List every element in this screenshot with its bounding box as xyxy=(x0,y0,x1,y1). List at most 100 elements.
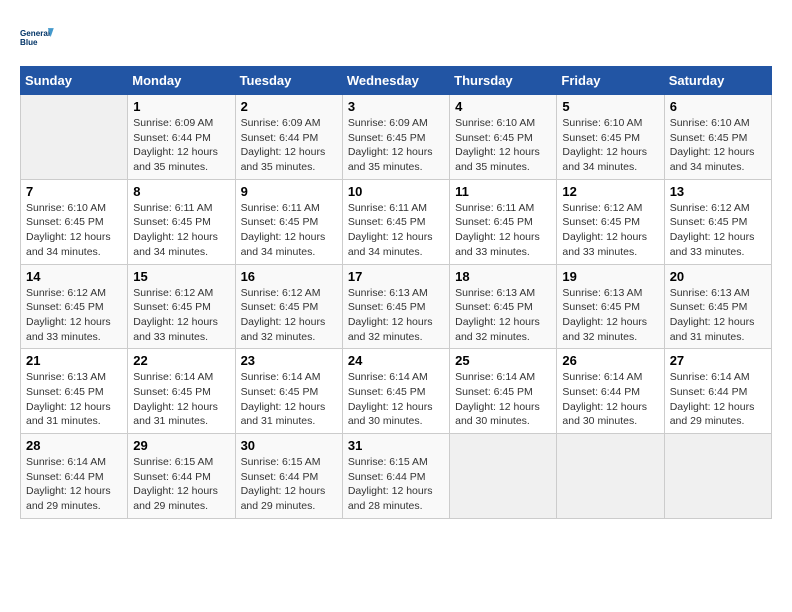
day-number: 30 xyxy=(241,438,337,453)
day-number: 20 xyxy=(670,269,766,284)
calendar-cell: 9 Sunrise: 6:11 AM Sunset: 6:45 PM Daylig… xyxy=(235,179,342,264)
calendar-cell: 16 Sunrise: 6:12 AM Sunset: 6:45 PM Dayli… xyxy=(235,264,342,349)
day-info: Sunrise: 6:11 AM Sunset: 6:45 PM Dayligh… xyxy=(348,201,444,260)
calendar-header-row: SundayMondayTuesdayWednesdayThursdayFrid… xyxy=(21,67,772,95)
day-header-friday: Friday xyxy=(557,67,664,95)
calendar-cell: 19 Sunrise: 6:13 AM Sunset: 6:45 PM Dayli… xyxy=(557,264,664,349)
day-info: Sunrise: 6:09 AM Sunset: 6:45 PM Dayligh… xyxy=(348,116,444,175)
day-number: 1 xyxy=(133,99,229,114)
calendar-cell: 11 Sunrise: 6:11 AM Sunset: 6:45 PM Dayli… xyxy=(450,179,557,264)
day-number: 22 xyxy=(133,353,229,368)
calendar-cell: 28Sunrise: 6:14 AM Sunset: 6:44 PM Dayli… xyxy=(21,434,128,519)
day-info: Sunrise: 6:11 AM Sunset: 6:45 PM Dayligh… xyxy=(241,201,337,260)
day-info: Sunrise: 6:14 AM Sunset: 6:44 PM Dayligh… xyxy=(562,370,658,429)
day-number: 25 xyxy=(455,353,551,368)
calendar-cell: 24Sunrise: 6:14 AM Sunset: 6:45 PM Dayli… xyxy=(342,349,449,434)
week-row-3: 14 Sunrise: 6:12 AM Sunset: 6:45 PM Dayli… xyxy=(21,264,772,349)
calendar-cell xyxy=(21,95,128,180)
day-number: 11 xyxy=(455,184,551,199)
week-row-5: 28Sunrise: 6:14 AM Sunset: 6:44 PM Dayli… xyxy=(21,434,772,519)
calendar-cell: 20 Sunrise: 6:13 AM Sunset: 6:45 PM Dayli… xyxy=(664,264,771,349)
day-info: Sunrise: 6:13 AM Sunset: 6:45 PM Dayligh… xyxy=(670,286,766,345)
day-info: Sunrise: 6:09 AM Sunset: 6:44 PM Dayligh… xyxy=(241,116,337,175)
calendar-table: SundayMondayTuesdayWednesdayThursdayFrid… xyxy=(20,66,772,519)
day-info: Sunrise: 6:10 AM Sunset: 6:45 PM Dayligh… xyxy=(26,201,122,260)
calendar-cell: 8Sunrise: 6:11 AM Sunset: 6:45 PM Daylig… xyxy=(128,179,235,264)
day-info: Sunrise: 6:13 AM Sunset: 6:45 PM Dayligh… xyxy=(455,286,551,345)
calendar-cell: 26Sunrise: 6:14 AM Sunset: 6:44 PM Dayli… xyxy=(557,349,664,434)
calendar-cell: 1Sunrise: 6:09 AM Sunset: 6:44 PM Daylig… xyxy=(128,95,235,180)
day-number: 2 xyxy=(241,99,337,114)
calendar-cell: 10 Sunrise: 6:11 AM Sunset: 6:45 PM Dayli… xyxy=(342,179,449,264)
day-info: Sunrise: 6:15 AM Sunset: 6:44 PM Dayligh… xyxy=(348,455,444,514)
day-info: Sunrise: 6:13 AM Sunset: 6:45 PM Dayligh… xyxy=(26,370,122,429)
day-info: Sunrise: 6:11 AM Sunset: 6:45 PM Dayligh… xyxy=(455,201,551,260)
day-info: Sunrise: 6:14 AM Sunset: 6:45 PM Dayligh… xyxy=(241,370,337,429)
day-number: 6 xyxy=(670,99,766,114)
calendar-cell: 7 Sunrise: 6:10 AM Sunset: 6:45 PM Daylig… xyxy=(21,179,128,264)
calendar-cell xyxy=(664,434,771,519)
day-info: Sunrise: 6:12 AM Sunset: 6:45 PM Dayligh… xyxy=(241,286,337,345)
day-number: 4 xyxy=(455,99,551,114)
calendar-cell: 13 Sunrise: 6:12 AM Sunset: 6:45 PM Dayli… xyxy=(664,179,771,264)
logo-icon: GeneralBlue xyxy=(20,20,56,56)
calendar-cell: 23Sunrise: 6:14 AM Sunset: 6:45 PM Dayli… xyxy=(235,349,342,434)
day-info: Sunrise: 6:12 AM Sunset: 6:45 PM Dayligh… xyxy=(26,286,122,345)
day-info: Sunrise: 6:12 AM Sunset: 6:45 PM Dayligh… xyxy=(670,201,766,260)
calendar-cell: 6 Sunrise: 6:10 AM Sunset: 6:45 PM Daylig… xyxy=(664,95,771,180)
day-number: 14 xyxy=(26,269,122,284)
week-row-2: 7 Sunrise: 6:10 AM Sunset: 6:45 PM Daylig… xyxy=(21,179,772,264)
calendar-body: 1 Sunrise: 6:09 AM Sunset: 6:44 PM Daylig… xyxy=(21,95,772,519)
day-info: Sunrise: 6:14 AM Sunset: 6:45 PM Dayligh… xyxy=(133,370,229,429)
calendar-cell xyxy=(450,434,557,519)
calendar-cell: 14 Sunrise: 6:12 AM Sunset: 6:45 PM Dayli… xyxy=(21,264,128,349)
day-header-thursday: Thursday xyxy=(450,67,557,95)
day-info: Sunrise: 6:14 AM Sunset: 6:44 PM Dayligh… xyxy=(670,370,766,429)
day-header-wednesday: Wednesday xyxy=(342,67,449,95)
day-number: 12 xyxy=(562,184,658,199)
day-header-tuesday: Tuesday xyxy=(235,67,342,95)
page-header: GeneralBlue xyxy=(20,20,772,56)
day-number: 16 xyxy=(241,269,337,284)
day-number: 15 xyxy=(133,269,229,284)
calendar-cell: 29Sunrise: 6:15 AM Sunset: 6:44 PM Dayli… xyxy=(128,434,235,519)
calendar-cell: 17 Sunrise: 6:13 AM Sunset: 6:45 PM Dayli… xyxy=(342,264,449,349)
calendar-cell: 4 Sunrise: 6:10 AM Sunset: 6:45 PM Daylig… xyxy=(450,95,557,180)
calendar-cell xyxy=(557,434,664,519)
logo: GeneralBlue xyxy=(20,20,56,56)
day-info: Sunrise: 6:10 AM Sunset: 6:45 PM Dayligh… xyxy=(670,116,766,175)
day-number: 31 xyxy=(348,438,444,453)
day-info: Sunrise: 6:10 AM Sunset: 6:45 PM Dayligh… xyxy=(562,116,658,175)
calendar-cell: 31 Sunrise: 6:15 AM Sunset: 6:44 PM Dayli… xyxy=(342,434,449,519)
day-info: Sunrise: 6:14 AM Sunset: 6:45 PM Dayligh… xyxy=(348,370,444,429)
day-info: Sunrise: 6:13 AM Sunset: 6:45 PM Dayligh… xyxy=(348,286,444,345)
calendar-cell: 30 Sunrise: 6:15 AM Sunset: 6:44 PM Dayli… xyxy=(235,434,342,519)
calendar-cell: 15 Sunrise: 6:12 AM Sunset: 6:45 PM Dayli… xyxy=(128,264,235,349)
calendar-cell: 5 Sunrise: 6:10 AM Sunset: 6:45 PM Daylig… xyxy=(557,95,664,180)
day-info: Sunrise: 6:15 AM Sunset: 6:44 PM Dayligh… xyxy=(241,455,337,514)
day-info: Sunrise: 6:10 AM Sunset: 6:45 PM Dayligh… xyxy=(455,116,551,175)
calendar-cell: 12Sunrise: 6:12 AM Sunset: 6:45 PM Dayli… xyxy=(557,179,664,264)
day-number: 7 xyxy=(26,184,122,199)
day-number: 10 xyxy=(348,184,444,199)
day-number: 19 xyxy=(562,269,658,284)
svg-text:General: General xyxy=(20,29,50,38)
day-number: 28 xyxy=(26,438,122,453)
day-number: 5 xyxy=(562,99,658,114)
day-number: 29 xyxy=(133,438,229,453)
week-row-1: 1 Sunrise: 6:09 AM Sunset: 6:44 PM Daylig… xyxy=(21,95,772,180)
day-header-sunday: Sunday xyxy=(21,67,128,95)
day-number: 13 xyxy=(670,184,766,199)
day-info: Sunrise: 6:13 AM Sunset: 6:45 PM Dayligh… xyxy=(562,286,658,345)
day-number: 3 xyxy=(348,99,444,114)
day-number: 21 xyxy=(26,353,122,368)
calendar-cell: 21 Sunrise: 6:13 AM Sunset: 6:45 PM Dayli… xyxy=(21,349,128,434)
day-number: 9 xyxy=(241,184,337,199)
day-number: 17 xyxy=(348,269,444,284)
calendar-cell: 27Sunrise: 6:14 AM Sunset: 6:44 PM Dayli… xyxy=(664,349,771,434)
day-info: Sunrise: 6:12 AM Sunset: 6:45 PM Dayligh… xyxy=(133,286,229,345)
day-header-monday: Monday xyxy=(128,67,235,95)
calendar-cell: 22 Sunrise: 6:14 AM Sunset: 6:45 PM Dayli… xyxy=(128,349,235,434)
day-number: 8 xyxy=(133,184,229,199)
calendar-cell: 3 Sunrise: 6:09 AM Sunset: 6:45 PM Daylig… xyxy=(342,95,449,180)
